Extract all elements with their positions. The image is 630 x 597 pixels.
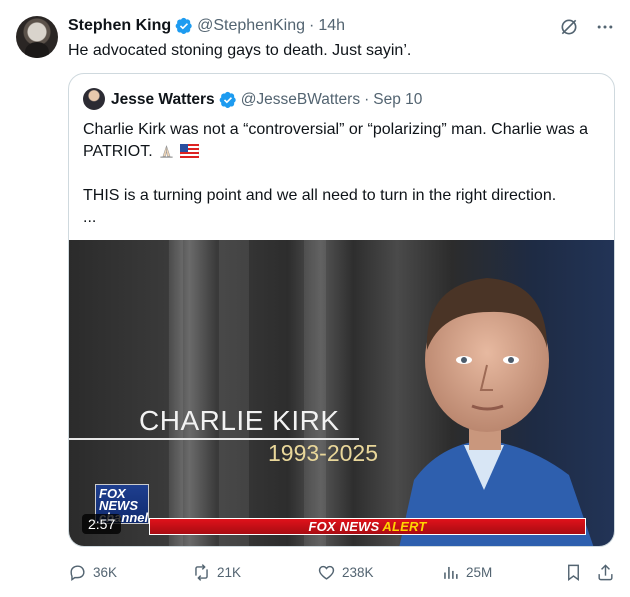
quote-author-handle[interactable]: @JesseBWatters: [241, 91, 360, 109]
quote-line-2: THIS is a turning point and we all need …: [83, 187, 557, 204]
quote-text: Charlie Kirk was not a “controversial” o…: [83, 119, 603, 229]
alert-prefix: FOX NEWS: [308, 519, 380, 534]
reply-button[interactable]: 36K: [68, 560, 117, 584]
views-chart-icon: [444, 566, 458, 579]
share-button[interactable]: [596, 560, 615, 584]
show-more-ellipsis[interactable]: ...: [83, 207, 603, 229]
verified-badge-icon: [175, 17, 192, 35]
heart-icon: [318, 565, 335, 580]
alert-word: ALERT: [382, 519, 427, 534]
quote-author-name[interactable]: Jesse Watters: [111, 91, 215, 109]
views-button[interactable]: 25M: [441, 560, 492, 584]
quote-author-avatar[interactable]: [83, 88, 105, 110]
video-years-overlay: 1993-2025: [268, 440, 378, 466]
like-button[interactable]: 238K: [317, 560, 374, 584]
video-player[interactable]: CHARLIE KIRK 1993-2025 FOX NEWS channel …: [69, 240, 614, 546]
video-thumbnail-person: [399, 278, 594, 546]
repost-button[interactable]: 21K: [192, 560, 241, 584]
separator-dot: ·: [364, 91, 370, 108]
tweet-actions: 36K 21K 238K 25M: [68, 560, 618, 584]
quoted-tweet[interactable]: Jesse Watters @JesseBWatters · Sep 10 Ch…: [68, 73, 615, 547]
background-stripe: [304, 240, 326, 546]
tweet-header: Stephen King @StephenKing · 14h: [68, 15, 345, 37]
bookmark-button[interactable]: [564, 560, 583, 584]
video-duration: 2:57: [82, 514, 122, 534]
view-count: 25M: [466, 564, 493, 580]
us-flag-emoji-icon: [179, 144, 199, 158]
reply-count: 36K: [93, 564, 118, 580]
author-handle[interactable]: @StephenKing: [197, 17, 305, 35]
like-count: 238K: [342, 564, 374, 580]
background-stripe: [169, 240, 183, 546]
quote-header: Jesse Watters @JesseBWatters · Sep 10: [111, 89, 422, 111]
video-name-overlay: CHARLIE KIRK: [139, 405, 340, 436]
news-alert-bar: FOX NEWS ALERT: [149, 518, 586, 535]
author-name[interactable]: Stephen King: [68, 17, 171, 35]
tweet-text: He advocated stoning gays to death. Just…: [68, 42, 412, 59]
verified-badge-icon: [219, 91, 236, 109]
prayer-hands-emoji-icon: [160, 145, 173, 158]
bookmark-icon: [568, 564, 579, 581]
quote-date[interactable]: Sep 10: [373, 91, 422, 109]
grok-icon[interactable]: [558, 16, 580, 38]
repost-icon: [195, 563, 208, 581]
author-avatar[interactable]: [16, 16, 58, 58]
tweet: Stephen King @StephenKing · 14h He advoc…: [0, 0, 630, 597]
reply-icon: [70, 564, 85, 581]
tweet-top-icons: [558, 16, 616, 38]
tweet-time[interactable]: 14h: [318, 17, 345, 35]
background-stripe: [219, 240, 249, 546]
separator-dot: ·: [308, 17, 315, 34]
repost-count: 21K: [217, 564, 242, 580]
share-icon: [598, 563, 613, 580]
more-options-icon[interactable]: [594, 16, 616, 38]
